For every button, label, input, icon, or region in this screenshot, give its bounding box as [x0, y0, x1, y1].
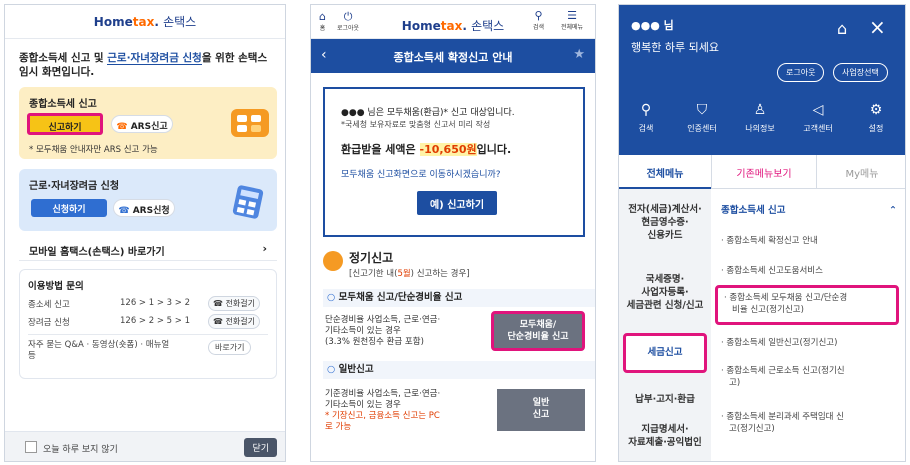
user-icon: ♙	[753, 102, 767, 118]
prefilled-report-button[interactable]: 모두채움/단순경비율 신고	[491, 311, 585, 351]
close-button[interactable]: 닫기	[244, 438, 277, 457]
quick-settings[interactable]: ⚙ 설정	[849, 103, 903, 136]
intro-text: 종합소득세 신고 및 근로·자녀장려금 신청을 위한 손택스 임시 화면입니다.	[19, 52, 268, 78]
notice-box: ●●● 님은 모두채움(환급)* 신고 대상입니다. *국세청 보유자료로 맞춤…	[323, 87, 585, 237]
call-button[interactable]: ☎ 전화걸기	[208, 314, 260, 329]
menu-item-payment[interactable]: 납부·고지·환급	[619, 393, 711, 406]
hamburger-icon: ☰	[567, 9, 577, 22]
notice-line: ●●● 님은 모두채움(환급)* 신고 대상입니다.	[341, 108, 515, 118]
general-report-button[interactable]: 일반 신고	[497, 389, 585, 431]
popup-panel: Hometax. 손택스 종합소득세 신고 및 근로·자녀장려금 신청을 위한 …	[4, 4, 286, 462]
call-button[interactable]: ☎ 전화걸기	[208, 296, 260, 311]
megaphone-icon: ◁	[812, 102, 824, 118]
star-icon[interactable]: ★	[573, 47, 585, 62]
quick-certificate[interactable]: ⛉ 인증센터	[675, 103, 729, 136]
chevron-up-icon: ⌃	[889, 205, 897, 216]
menu-panel: ●●● 님 행복한 하루 되세요 ⌂ × 로그아웃 사업장선택 ⚲ 검색 ⛉ 인증센…	[618, 4, 906, 462]
tab-legacy-menu[interactable]: 기존메뉴보기	[711, 155, 817, 189]
chevron-right-icon: ›	[262, 242, 267, 255]
menu-button[interactable]: ☰ 전체메뉴	[561, 10, 583, 33]
inquiry-row: 장려금 신청 126 > 2 > 5 > 1 ☎ 전화걸기	[28, 314, 268, 330]
inquiry-title: 이용방법 문의	[28, 281, 84, 292]
card-title: 종합소득세 신고	[29, 99, 97, 110]
popup-footer: 오늘 하루 보지 않기 닫기	[5, 431, 285, 461]
quick-search[interactable]: ⚲ 검색	[619, 103, 673, 136]
search-icon: ⚲	[640, 102, 652, 118]
app-header: Hometax. 손택스	[5, 5, 285, 39]
description-text: 단순경비율 사업소득, 근로·연금· 기타소득이 있는 경우 (3.3% 원천징수 …	[325, 315, 441, 347]
report-button[interactable]: 신고하기	[27, 113, 103, 135]
top-header: ⌂ 홈 ⏻ 로그아웃 Hometax. 손택스 ⚲ 검색 ☰ 전체메뉴	[311, 5, 595, 39]
circle-icon: ○	[327, 364, 339, 375]
submenu-item[interactable]: · 종합소득세 신고도움서비스	[721, 265, 899, 277]
shortcut-button[interactable]: 바로가기	[208, 340, 252, 355]
submenu-group-title[interactable]: 종합소득세 신고 ⌃	[721, 205, 899, 217]
section-subtitle: [신고기한 내(5월) 신고하는 경우]	[349, 269, 470, 279]
page-title: 종합소득세 확정신고 안내	[393, 51, 513, 64]
inquiry-row: 종소세 신고 126 > 1 > 3 > 2 ☎ 전화걸기	[28, 296, 268, 312]
logout-button[interactable]: 로그아웃	[777, 63, 825, 82]
notice-footnote: *국세청 보유자료로 맞춤형 신고서 미리 작성	[341, 120, 491, 129]
mobile-hometax-link[interactable]: 모바일 홈택스(손택스) 바로가기 ›	[19, 237, 277, 261]
gear-icon: ⚙	[869, 102, 883, 118]
menu-item-statement[interactable]: 지급명세서· 자료제출·공익법인	[619, 423, 711, 449]
submenu-item[interactable]: · 종합소득세 분리과세 주택임대 신 고(정기신고)	[721, 411, 899, 435]
hometax-logo: Hometax. 손택스	[93, 15, 197, 29]
ars-report-button[interactable]: ☎ ARS신고	[111, 115, 173, 133]
hometax-logo: Hometax. 손택스	[401, 19, 505, 33]
subsection-header: ○ 일반신고	[323, 361, 595, 379]
calculator-icon	[232, 184, 264, 220]
search-button[interactable]: ⚲ 검색	[533, 10, 544, 33]
greeting: 행복한 하루 되세요	[631, 41, 719, 54]
close-icon[interactable]: ×	[869, 15, 886, 39]
menu-tabs: 전체메뉴 기존메뉴보기 My메뉴	[619, 155, 905, 189]
inquiry-box: 이용방법 문의 종소세 신고 126 > 1 > 3 > 2 ☎ 전화걸기 장려…	[19, 269, 277, 379]
section-title: 정기신고	[349, 251, 394, 265]
hide-today-label: 오늘 하루 보지 않기	[43, 445, 118, 455]
menu-item-certificate[interactable]: 국세증명· 사업자등록· 세금관련 신청/신고	[619, 273, 711, 312]
refund-amount-text: 환급받을 세액은 -10,650원입니다.	[341, 143, 512, 156]
ars-note: * 모두채움 안내자만 ARS 신고 가능	[29, 145, 158, 155]
section-icon	[323, 251, 343, 271]
menu-item-tax-report[interactable]: 세금신고	[623, 333, 707, 373]
title-bar: ‹ 종합소득세 확정신고 안내 ★	[311, 39, 595, 73]
quick-myinfo[interactable]: ♙ 나의정보	[733, 103, 787, 136]
ars-apply-button[interactable]: ☎ ARS신청	[113, 199, 175, 217]
submenu-item-prefilled[interactable]: · 종합소득세 모두채움 신고/단순경 비율 신고(정기신고)	[715, 285, 899, 325]
quick-support[interactable]: ◁ 고객센터	[791, 103, 845, 136]
submenu-item[interactable]: · 종합소득세 일반신고(정기신고)	[721, 337, 899, 349]
home-icon[interactable]: ⌂	[837, 19, 847, 38]
subsection-header: ○ 모두채움 신고/단순경비율 신고	[323, 289, 595, 307]
submenu-item[interactable]: · 종합소득세 근로소득 신고(정기신 고)	[721, 365, 899, 389]
submenu-item[interactable]: · 종합소득세 확정신고 안내	[721, 235, 899, 247]
description-text: 기준경비율 사업소득, 근로·연금· 기타소득이 있는 경우 * 기장신고, 금융…	[325, 389, 441, 432]
circle-icon: ○	[327, 292, 339, 303]
incentive-card: 근로·자녀장려금 신청 신청하기 ☎ ARS신청	[19, 169, 277, 231]
left-category-menu: 전자(세금)계산서· 현금영수증· 신용카드 국세증명· 사업자등록· 세금관련 신청/…	[619, 189, 711, 461]
business-select-button[interactable]: 사업장선택	[833, 63, 888, 82]
menu-item-e-invoice[interactable]: 전자(세금)계산서· 현금영수증· 신용카드	[619, 203, 711, 242]
calculator-icon	[231, 109, 269, 137]
hide-today-checkbox[interactable]	[25, 441, 37, 453]
submenu-list: 종합소득세 신고 ⌃ · 종합소득세 확정신고 안내 · 종합소득세 신고도움서비…	[711, 189, 905, 461]
phone-icon: ☎	[213, 299, 226, 308]
faq-text: 자주 묻는 Q&A · 동영상(숏폼) · 매뉴얼 등	[28, 340, 170, 361]
tab-my-menu[interactable]: My메뉴	[817, 155, 905, 189]
yes-report-button[interactable]: 예) 신고하기	[417, 191, 497, 215]
card-title: 근로·자녀장려금 신청	[29, 181, 120, 192]
tax-guide-panel: ⌂ 홈 ⏻ 로그아웃 Hometax. 손택스 ⚲ 검색 ☰ 전체메뉴 ‹ 종합소득세 …	[310, 4, 596, 462]
tab-all-menu[interactable]: 전체메뉴	[619, 155, 711, 189]
phone-icon: ☎	[116, 122, 131, 132]
search-icon: ⚲	[534, 9, 543, 22]
shield-icon: ⛉	[696, 102, 708, 118]
phone-icon: ☎	[213, 317, 226, 326]
user-name: ●●● 님	[631, 19, 674, 32]
income-tax-card: 종합소득세 신고 신고하기 ☎ ARS신고 * 모두채움 안내자만 ARS 신고…	[19, 87, 277, 159]
question-text: 모두채움 신고화면으로 이동하시겠습니까?	[341, 170, 501, 180]
phone-icon: ☎	[118, 206, 133, 216]
menu-header: ●●● 님 행복한 하루 되세요 ⌂ × 로그아웃 사업장선택 ⚲ 검색 ⛉ 인증센…	[619, 5, 905, 155]
apply-button[interactable]: 신청하기	[31, 199, 107, 217]
